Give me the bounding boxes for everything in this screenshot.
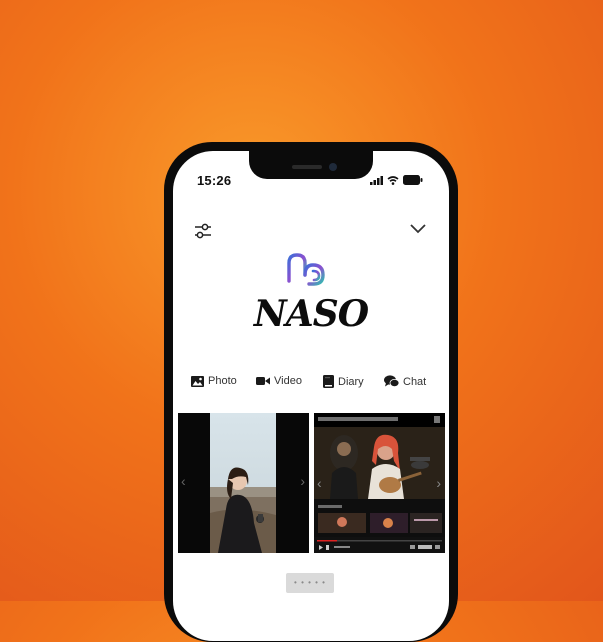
naso-logo xyxy=(287,253,325,286)
filter-button[interactable] xyxy=(191,219,215,243)
signal-icon xyxy=(370,175,383,185)
pagination-indicator[interactable]: • • • • • xyxy=(286,573,334,593)
tab-chat-label: Chat xyxy=(403,375,427,388)
photo-card[interactable]: ‹ › xyxy=(178,413,309,553)
photo-thumbnail xyxy=(178,413,309,553)
tab-photo-label: Photo xyxy=(208,375,237,387)
expand-button[interactable] xyxy=(406,217,430,241)
tab-diary[interactable]: Diary xyxy=(323,375,364,388)
status-icons xyxy=(370,175,423,185)
photo-next-button[interactable]: › xyxy=(300,473,305,489)
photo-icon xyxy=(191,375,204,387)
tab-diary-label: Diary xyxy=(338,375,364,388)
category-tabs: Photo Video Diary Chat xyxy=(173,375,449,405)
tab-video[interactable]: Video xyxy=(256,375,302,387)
chat-icon xyxy=(384,375,399,387)
video-next-button[interactable]: › xyxy=(436,475,441,491)
video-card[interactable]: ‹ › xyxy=(314,413,445,553)
video-icon xyxy=(256,377,270,385)
photo-prev-button[interactable]: ‹ xyxy=(181,473,186,489)
front-camera xyxy=(329,163,337,171)
diary-icon xyxy=(323,375,334,388)
status-time: 15:26 xyxy=(197,173,232,188)
tab-video-label: Video xyxy=(274,375,302,387)
phone-frame: 15:26 NASO Photo Video Diary Chat ‹ › ‹ … xyxy=(164,142,458,642)
phone-notch xyxy=(249,151,373,179)
battery-icon xyxy=(403,175,423,185)
wifi-icon xyxy=(387,175,399,185)
video-prev-button[interactable]: ‹ xyxy=(317,475,322,491)
app-screen: 15:26 NASO Photo Video Diary Chat ‹ › ‹ … xyxy=(173,151,449,641)
app-title: NASO xyxy=(253,293,369,335)
tab-photo[interactable]: Photo xyxy=(191,375,237,387)
video-thumbnail xyxy=(314,413,445,553)
sliders-icon xyxy=(195,223,211,239)
speaker-grille xyxy=(292,165,322,169)
chevron-down-icon xyxy=(410,224,426,234)
tab-chat[interactable]: Chat xyxy=(384,375,426,388)
